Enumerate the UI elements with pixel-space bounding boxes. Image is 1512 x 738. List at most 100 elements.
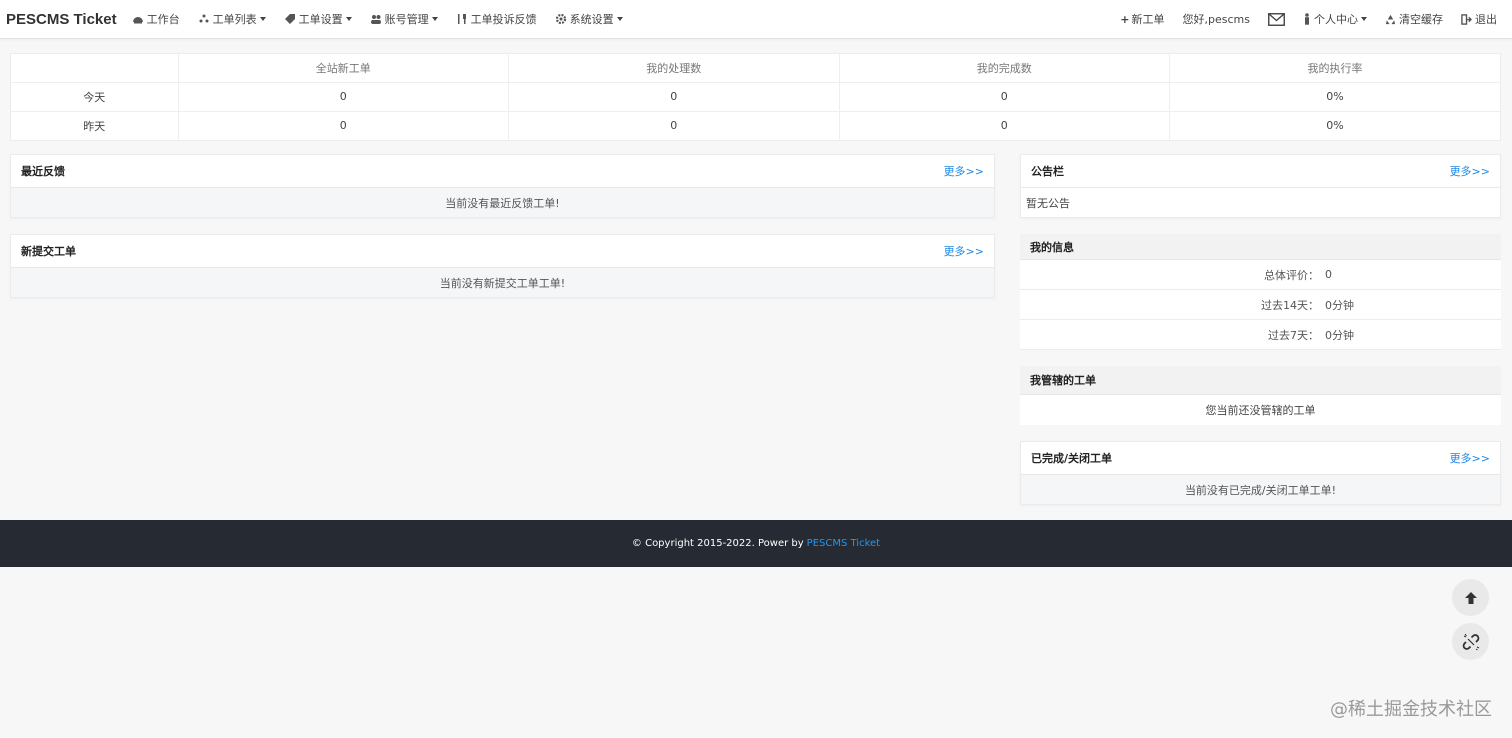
- back-to-top-button[interactable]: [1452, 579, 1489, 616]
- stats-cell: 0: [839, 111, 1170, 140]
- my-info-panel: 我的信息 总体评价： 0 过去14天： 0分钟 过去7天： 0分钟: [1020, 234, 1501, 350]
- stats-table: 全站新工单 我的处理数 我的完成数 我的执行率 今天 0 0 0 0% 昨天 0…: [10, 53, 1501, 141]
- nav-item-dashboard[interactable]: 工作台: [123, 0, 189, 39]
- logout-button[interactable]: 退出: [1452, 0, 1506, 39]
- info-key: 过去7天：: [1268, 328, 1319, 342]
- panel-header: 公告栏 更多>>: [1021, 155, 1500, 188]
- stats-header-cell: 我的执行率: [1169, 54, 1500, 83]
- nav-item-label: 系统设置: [569, 13, 614, 26]
- nav-item-label: 账号管理: [384, 13, 429, 26]
- arrow-up-icon: [1464, 591, 1477, 604]
- panel-title: 我的信息: [1020, 234, 1501, 260]
- caret-down-icon: [431, 17, 438, 21]
- panel-header: 已完成/关闭工单 更多>>: [1021, 442, 1500, 475]
- more-link[interactable]: 更多>>: [944, 243, 984, 259]
- stats-cell: 0: [839, 82, 1170, 112]
- stats-row-label: 今天: [11, 82, 179, 112]
- tag-icon: [284, 14, 295, 24]
- stats-header-cell: 我的处理数: [508, 54, 840, 83]
- nav-item-label: 工单设置: [298, 13, 343, 26]
- footer-link[interactable]: PESCMS Ticket: [807, 538, 880, 549]
- info-key: 过去14天：: [1261, 298, 1319, 312]
- logout-label: 退出: [1475, 13, 1497, 26]
- personal-center-label: 个人中心: [1314, 13, 1358, 26]
- info-key: 总体评价：: [1264, 268, 1319, 282]
- stats-cell: 0%: [1326, 119, 1344, 133]
- stats-header-cell: [11, 54, 179, 83]
- nav-item-account-management[interactable]: 账号管理: [361, 0, 447, 39]
- main-nav: 工作台 工单列表 工单设置 账号管理 工单投诉反馈 系统设置: [123, 0, 632, 39]
- clear-cache-button[interactable]: 清空缓存: [1376, 0, 1452, 39]
- panel-title: 最近反馈: [21, 165, 65, 178]
- stats-cell: 0: [178, 82, 509, 112]
- list-item: 总体评价： 0: [1020, 260, 1501, 290]
- stats-header-cell: 我的完成数: [839, 54, 1170, 83]
- table-row: 昨天 0 0 0 0%: [11, 111, 1500, 140]
- nav-item-label: 工单列表: [212, 13, 257, 26]
- info-value: 0: [1325, 268, 1332, 281]
- copyright-text: © Copyright 2015-2022. Power by: [631, 538, 804, 549]
- info-value: 0分钟: [1325, 298, 1354, 312]
- stats-header-row: 全站新工单 我的处理数 我的完成数 我的执行率: [11, 54, 1500, 83]
- sign-out-icon: [1461, 13, 1472, 25]
- more-link[interactable]: 更多>>: [1450, 450, 1490, 466]
- stats-cell: 0%: [1169, 82, 1500, 112]
- nav-item-complaint-feedback[interactable]: 工单投诉反馈: [447, 0, 546, 39]
- nav-item-ticket-list[interactable]: 工单列表: [189, 0, 275, 39]
- list-item: 过去7天： 0分钟: [1020, 320, 1501, 350]
- clear-cache-label: 清空缓存: [1399, 13, 1443, 26]
- dashboard-icon: [132, 17, 143, 24]
- recycle-icon: [1385, 14, 1396, 24]
- panel-title: 已完成/关闭工单: [1031, 452, 1113, 465]
- more-link[interactable]: 更多>>: [944, 163, 984, 179]
- stats-row-label: 昨天: [11, 111, 179, 140]
- table-row: 今天 0 0 0 0%: [11, 82, 1500, 112]
- nav-item-label: 工单投诉反馈: [470, 13, 537, 26]
- notice-panel: 公告栏 更多>> 暂无公告: [1020, 154, 1501, 218]
- empty-message: 当前没有已完成/关闭工单工单!: [1021, 475, 1500, 504]
- closed-tickets-panel: 已完成/关闭工单 更多>> 当前没有已完成/关闭工单工单!: [1020, 441, 1501, 505]
- gear-icon: [555, 13, 566, 25]
- nav-item-system-settings[interactable]: 系统设置: [546, 0, 632, 39]
- panel-header: 最近反馈 更多>>: [11, 155, 994, 188]
- panel-title: 新提交工单: [21, 245, 76, 258]
- footer: © Copyright 2015-2022. Power by PESCMS T…: [0, 520, 1512, 567]
- list-item: 过去14天： 0分钟: [1020, 290, 1501, 320]
- panel-header: 新提交工单 更多>>: [11, 235, 994, 268]
- person-icon: [1305, 13, 1309, 25]
- notice-body: 暂无公告: [1026, 196, 1070, 210]
- brand-logo[interactable]: PESCMS Ticket: [0, 11, 117, 28]
- new-submitted-panel: 新提交工单 更多>> 当前没有新提交工单工单!: [10, 234, 995, 298]
- personal-center-menu[interactable]: 个人中心: [1294, 0, 1376, 39]
- stats-header-cell: 全站新工单: [178, 54, 509, 83]
- user-greeting: 您好,pescms: [1174, 0, 1259, 39]
- recent-feedback-panel: 最近反馈 更多>> 当前没有最近反馈工单!: [10, 154, 995, 218]
- empty-message: 当前没有最近反馈工单!: [11, 188, 994, 217]
- caret-down-icon: [616, 17, 623, 21]
- managed-body: 您当前还没管辖的工单: [1020, 395, 1501, 425]
- managed-tickets-panel: 我管辖的工单 您当前还没管辖的工单: [1020, 366, 1501, 425]
- greeting-text: 您好,pescms: [1182, 13, 1250, 26]
- stats-cell: 0: [508, 111, 840, 140]
- stats-cell: 0: [178, 111, 509, 140]
- new-ticket-label: 新工单: [1131, 13, 1165, 26]
- nav-item-ticket-settings[interactable]: 工单设置: [275, 0, 361, 39]
- panel-title: 公告栏: [1031, 165, 1064, 178]
- unlink-button[interactable]: [1452, 623, 1489, 660]
- caret-down-icon: [1361, 17, 1367, 21]
- panel-title: 我管辖的工单: [1020, 366, 1501, 395]
- unlink-icon: [1462, 633, 1479, 650]
- envelope-icon: [1268, 12, 1285, 26]
- caret-down-icon: [345, 17, 352, 21]
- new-ticket-button[interactable]: + 新工单: [1111, 0, 1173, 39]
- nav-item-label: 工作台: [146, 13, 180, 26]
- users-icon: [370, 15, 381, 24]
- watermark: @稀土掘金技术社区: [1330, 699, 1492, 720]
- empty-message: 当前没有新提交工单工单!: [11, 268, 994, 297]
- top-navbar: PESCMS Ticket 工作台 工单列表 工单设置 账号管理 工单投诉反馈 …: [0, 0, 1512, 39]
- messages-button[interactable]: [1259, 0, 1294, 39]
- nav-right: + 新工单 您好,pescms 个人中心 清空缓存 退出: [1111, 0, 1512, 39]
- stats-cell: 0: [508, 82, 840, 112]
- info-value: 0分钟: [1325, 328, 1354, 342]
- more-link[interactable]: 更多>>: [1450, 163, 1490, 179]
